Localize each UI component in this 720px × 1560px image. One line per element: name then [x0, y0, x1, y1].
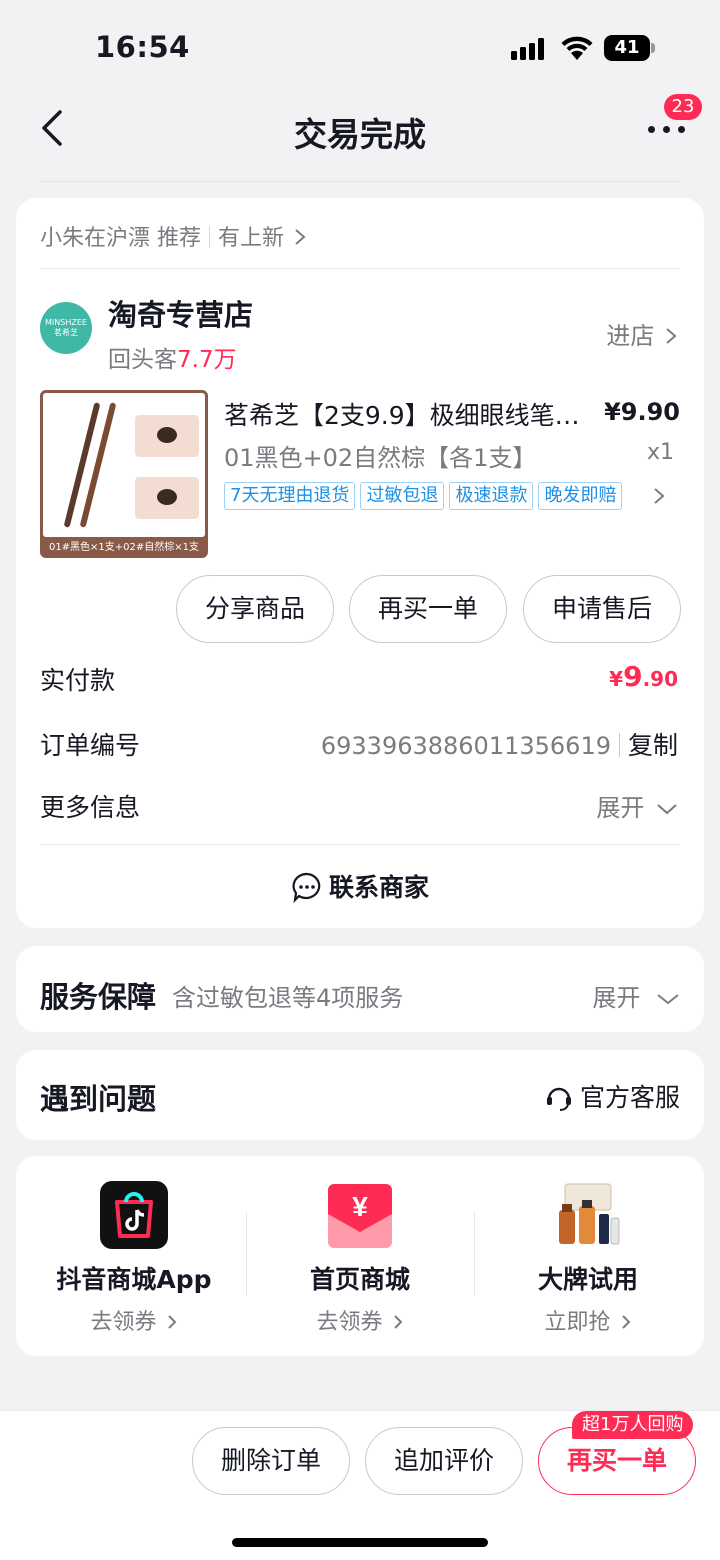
entry-sub: 立即抢 [474, 1304, 702, 1336]
service-tags[interactable]: 7天无理由退货 过敏包退 极速退款 晚发即赔 [224, 482, 627, 510]
paid-amount: ¥9.90 [609, 660, 678, 693]
product-sku: 01黑色+02自然棕【各1支】 [224, 444, 537, 472]
svg-text:¥: ¥ [352, 1191, 368, 1222]
recommend-user: 小朱在沪漂 [40, 226, 151, 251]
service-title: 服务保障 [40, 980, 157, 1014]
problem-card: 遇到问题 官方客服 [16, 1050, 704, 1140]
product-price: ¥9.90 [604, 398, 680, 426]
home-indicator[interactable] [232, 1538, 488, 1547]
message-count-badge: 23 [664, 94, 702, 120]
divider [40, 844, 680, 845]
chat-bubble-icon [292, 872, 321, 904]
douyin-mall-icon [99, 1180, 169, 1250]
service-tag: 极速退款 [449, 482, 534, 510]
chevron-right-icon [621, 1315, 630, 1329]
order-number-value: 6933963886011356619 [320, 732, 611, 760]
contact-merchant-button[interactable]: 联系商家 [16, 868, 704, 904]
share-product-button[interactable]: 分享商品 [176, 575, 334, 643]
repurchase-badge: 超1万人回购 [572, 1411, 694, 1439]
service-card[interactable]: 服务保障 含过敏包退等4项服务 展开 [16, 946, 704, 1032]
after-sale-button[interactable]: 申请售后 [523, 575, 681, 643]
entry-home-mall[interactable]: ¥ 首页商城 去领券 [246, 1180, 474, 1336]
order-number-row: 6933963886011356619 复制 [321, 726, 678, 762]
shop-returning-customers: 回头客7.7万 [108, 347, 237, 373]
more-options-icon[interactable] [646, 124, 686, 136]
page-title: 交易完成 [294, 115, 426, 154]
chevron-right-icon [295, 229, 306, 245]
battery-cap [651, 43, 655, 53]
recommend-action: 推荐 [157, 226, 202, 251]
delete-order-button[interactable]: 删除订单 [192, 1427, 350, 1495]
entry-name: 抖音商城App [56, 1265, 212, 1294]
status-bar: 16:54 41 [0, 0, 720, 92]
chevron-right-icon[interactable] [652, 486, 666, 506]
copy-button[interactable]: 复制 [628, 731, 678, 760]
service-expand[interactable]: 展开 [592, 978, 680, 1013]
wifi-icon [561, 36, 593, 60]
product-image-caption: 01#黑色×1支+02#自然棕×1支 [48, 542, 200, 553]
product-title[interactable]: 茗希芝【2支9.9】极细眼线笔防水防汗不晕染... [224, 396, 584, 432]
service-tag: 7天无理由退货 [224, 482, 356, 510]
cellular-signal-icon [511, 38, 547, 60]
more-info-label: 更多信息 [40, 793, 141, 822]
service-desc: 含过敏包退等4项服务 [172, 984, 404, 1012]
cosmetics-trial-icon [553, 1180, 623, 1250]
entry-brand-trial[interactable]: 大牌试用 立即抢 [474, 1180, 702, 1336]
chevron-down-icon [657, 804, 677, 815]
recommend-row[interactable]: 小朱在沪漂 推荐 有上新 [40, 220, 307, 252]
entry-douyin-mall[interactable]: 抖音商城App 去领券 [20, 1180, 248, 1336]
service-tag: 晚发即赔 [538, 482, 623, 510]
product-image[interactable]: 01#黑色×1支+02#自然棕×1支 [40, 390, 208, 558]
more-info-expand[interactable]: 展开 [596, 788, 678, 823]
headset-icon [546, 1087, 571, 1111]
product-quantity: x1 [646, 440, 674, 465]
chevron-down-icon [657, 994, 679, 1005]
chevron-right-icon [167, 1315, 176, 1329]
rebuy-button[interactable]: 再买一单 [349, 575, 507, 643]
entry-sub: 去领券 [246, 1304, 474, 1336]
battery-icon: 41 [604, 35, 650, 61]
problem-title: 遇到问题 [40, 1082, 157, 1116]
top-nav: 交易完成 [0, 92, 720, 182]
paid-label: 实付款 [40, 666, 116, 695]
service-tag: 过敏包退 [360, 482, 445, 510]
enter-shop-link[interactable]: 进店 [606, 316, 678, 351]
divider [40, 268, 680, 269]
order-number-label: 订单编号 [40, 731, 141, 760]
recommend-link[interactable]: 有上新 [218, 226, 284, 251]
chevron-right-icon [666, 328, 677, 344]
status-time: 16:54 [95, 30, 190, 64]
coupon-envelope-icon: ¥ [325, 1180, 395, 1250]
entry-name: 大牌试用 [537, 1265, 638, 1294]
entries-card: 抖音商城App 去领券 ¥ 首页商城 去领券 大牌试用 立即抢 [16, 1156, 704, 1356]
shop-name[interactable]: 淘奇专营店 [108, 292, 253, 334]
add-review-button[interactable]: 追加评价 [365, 1427, 523, 1495]
entry-sub: 去领券 [20, 1304, 248, 1336]
chevron-right-icon [393, 1315, 402, 1329]
customer-service-link[interactable]: 官方客服 [544, 1078, 680, 1114]
nav-divider [38, 181, 682, 182]
entry-name: 首页商城 [309, 1265, 410, 1294]
shop-logo[interactable]: MINSHZEE 茗希芝 [40, 302, 92, 354]
order-card: 小朱在沪漂 推荐 有上新 MINSHZEE 茗希芝 淘奇专营店 回头客7.7万 进… [16, 198, 704, 928]
